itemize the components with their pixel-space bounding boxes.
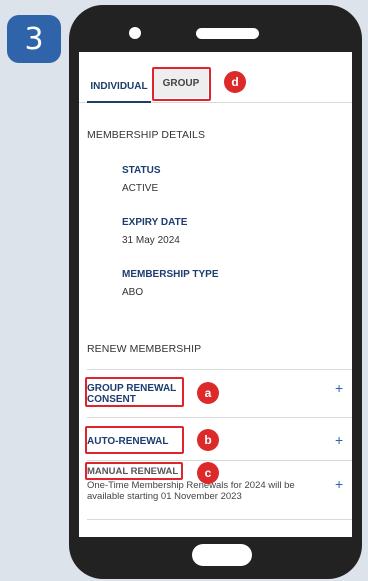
divider (87, 460, 352, 461)
step-number-badge: 3 (7, 15, 61, 63)
divider (87, 369, 352, 370)
status-label: STATUS (122, 165, 161, 176)
callout-b: b (197, 429, 219, 451)
tab-bar: INDIVIDUAL GROUP (79, 52, 352, 103)
expiry-date-label: EXPIRY DATE (122, 217, 188, 228)
callout-a: a (197, 382, 219, 404)
callout-c: c (197, 462, 219, 484)
expand-plus-icon[interactable]: + (335, 380, 343, 396)
tab-individual[interactable]: INDIVIDUAL (87, 70, 151, 103)
manual-renewal-note: One-Time Membership Renewals for 2024 wi… (87, 480, 295, 502)
renew-membership-heading: RENEW MEMBERSHIP (87, 343, 202, 355)
manual-renewal-highlight (85, 462, 183, 480)
expiry-date-value: 31 May 2024 (122, 235, 180, 246)
expand-plus-icon[interactable]: + (335, 432, 343, 448)
speaker-icon (196, 28, 259, 39)
membership-details-heading: MEMBERSHIP DETAILS (87, 129, 206, 141)
divider (87, 417, 352, 418)
membership-type-label: MEMBERSHIP TYPE (122, 269, 219, 280)
camera-icon (129, 27, 141, 39)
auto-renewal-highlight (85, 426, 184, 454)
group-renewal-highlight (85, 377, 184, 407)
group-tab-highlight (152, 67, 211, 101)
app-screen: INDIVIDUAL GROUP d MEMBERSHIP DETAILS ST… (79, 52, 352, 537)
expand-plus-icon[interactable]: + (335, 476, 343, 492)
membership-type-value: ABO (122, 287, 144, 298)
divider (87, 519, 352, 520)
status-value: ACTIVE (122, 183, 159, 194)
home-button[interactable] (192, 544, 252, 566)
phone-frame: INDIVIDUAL GROUP d MEMBERSHIP DETAILS ST… (69, 5, 362, 579)
callout-d: d (224, 71, 246, 93)
